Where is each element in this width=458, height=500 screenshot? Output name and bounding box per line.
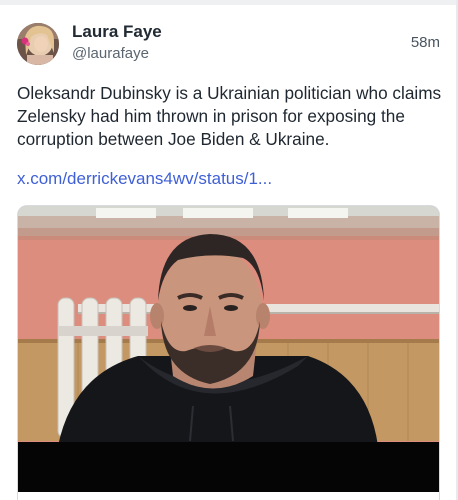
post-header: Laura Faye @laurafaye 58m [17,21,442,69]
post-text: Oleksandr Dubinsky is a Ukrainian politi… [17,83,442,149]
post-link[interactable]: x.com/derrickevans4wv/status/1... [17,168,272,190]
video-frame [18,206,439,500]
author-names: Laura Faye @laurafaye [72,21,162,64]
video-thumbnail[interactable] [17,205,440,500]
author-handle[interactable]: @laurafaye [72,44,162,64]
post-card[interactable]: Laura Faye @laurafaye 58m Oleksandr Dubi… [0,5,456,500]
author-display-name[interactable]: Laura Faye [72,21,162,43]
avatar[interactable] [17,23,59,65]
post-timestamp[interactable]: 58m [411,34,440,51]
